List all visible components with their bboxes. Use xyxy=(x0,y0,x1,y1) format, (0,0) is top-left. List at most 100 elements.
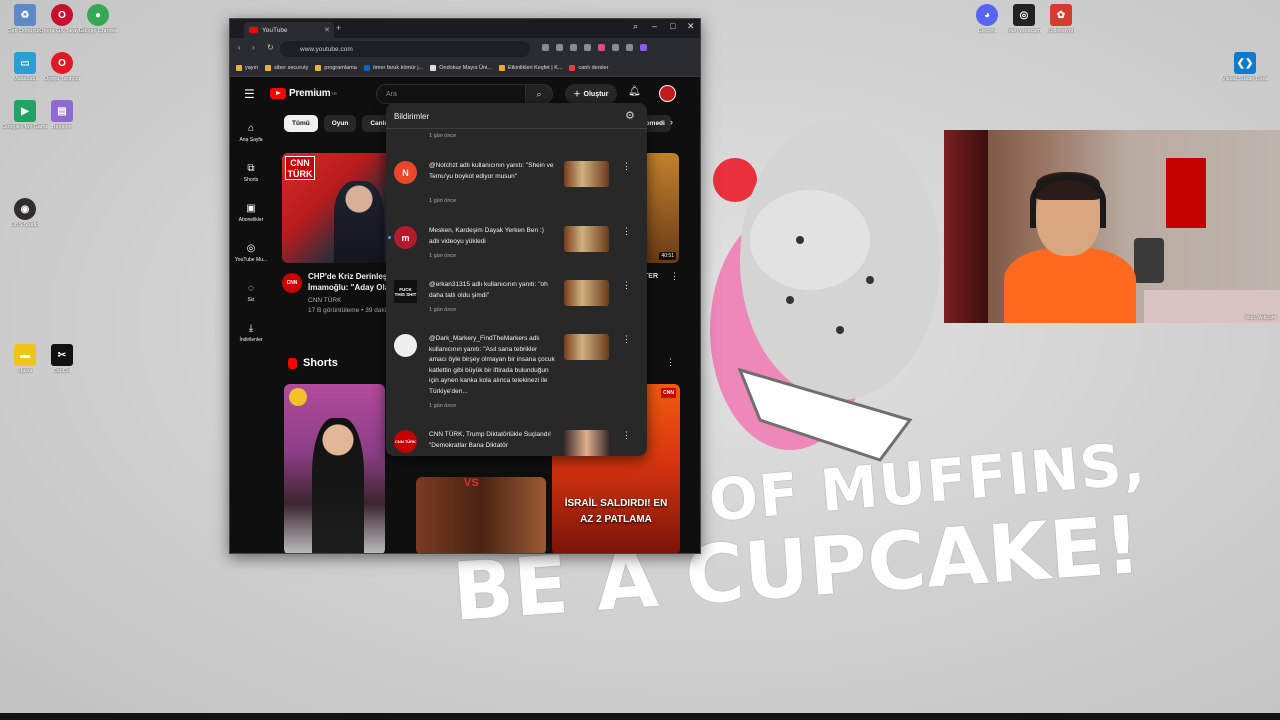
notifications-title: Bildirimler xyxy=(394,112,430,121)
bookmark[interactable]: siber securuty xyxy=(265,65,308,71)
more-options-icon[interactable]: ⋮ xyxy=(622,334,631,345)
sidebar-item-shorts[interactable]: ⧉ Shorts xyxy=(230,163,272,183)
extension-icon[interactable] xyxy=(612,44,619,51)
minimize-icon[interactable]: – xyxy=(652,21,657,31)
extension-icon[interactable] xyxy=(570,44,577,51)
extension-icon[interactable] xyxy=(584,44,591,51)
gear-icon[interactable]: ⚙ xyxy=(625,109,635,122)
desktop-icon[interactable]: ✂ CapCut xyxy=(39,344,85,374)
notification-text: @Dark_Markery_FindTheMarkers adlı kullan… xyxy=(429,335,555,395)
youtube-favicon-icon xyxy=(249,27,258,33)
sidebar-item-subscriptions[interactable]: ▣ Abonelikler xyxy=(230,203,272,223)
menu-icon[interactable]: ☰ xyxy=(244,87,255,101)
desktop-icon[interactable]: ✿ Kolleksiyon xyxy=(1038,4,1084,34)
search-input[interactable]: Ara xyxy=(376,84,526,104)
search-tabs-icon[interactable]: ⌕ xyxy=(633,21,638,32)
sidebar-item-you[interactable]: ◌ Siz xyxy=(230,283,272,303)
more-options-icon[interactable]: ⋮ xyxy=(666,357,675,368)
forward-icon[interactable]: › xyxy=(252,43,255,52)
channel-avatar[interactable]: CNN xyxy=(282,273,302,293)
chrome-icon: ● xyxy=(87,4,109,26)
notification-avatar: N xyxy=(394,161,417,184)
cnn-turk-logo: CNN xyxy=(661,388,676,398)
extension-icon[interactable] xyxy=(542,44,549,51)
video-meta: 17 B görüntüleme • 39 dakika önce xyxy=(308,307,388,314)
folder-icon xyxy=(265,65,272,71)
bookmark[interactable]: Ondokuz Mayıs Üni... xyxy=(430,65,492,71)
url-field[interactable]: www.youtube.com xyxy=(280,41,530,57)
notification-time: 1 gün önce xyxy=(429,198,457,204)
back-icon[interactable]: ‹ xyxy=(238,43,241,52)
notification-avatar: FUCK THIS SHIT xyxy=(394,280,417,303)
bookmark[interactable]: ömer faruk kömür j... xyxy=(363,65,423,71)
linkedin-icon xyxy=(363,65,370,71)
notification-time: 1 gün önce xyxy=(429,133,457,139)
youtube-play-icon xyxy=(270,88,286,99)
more-options-icon[interactable]: ⋮ xyxy=(622,161,631,172)
maximize-icon[interactable]: □ xyxy=(670,21,675,31)
short-video-2[interactable]: VS xyxy=(416,477,546,553)
cnn-turk-logo: CNN TÜRK xyxy=(285,156,315,180)
video-title-line2[interactable]: İmamoğlu: "Aday Olacağım" xyxy=(308,282,388,293)
more-options-icon[interactable]: ⋮ xyxy=(622,430,631,441)
extension-icon[interactable] xyxy=(598,44,605,51)
short-video-1[interactable] xyxy=(284,384,385,553)
youtube-premium-logo[interactable]: Premium TR xyxy=(270,88,337,99)
more-options-icon[interactable]: ⋮ xyxy=(622,280,631,291)
notification-thumbnail xyxy=(564,280,609,306)
notification-avatar: CNN TÜRK xyxy=(394,430,417,453)
chevron-right-icon[interactable]: › xyxy=(670,117,673,127)
bookmark[interactable]: canlı dersler xyxy=(569,65,608,71)
bookmark[interactable]: programlama xyxy=(315,65,357,71)
video-thumbnail[interactable]: CNN TÜRK xyxy=(282,153,392,263)
notifications-bell-icon[interactable]: 🔔︎ xyxy=(628,86,641,97)
desktop-icon[interactable]: ● Google Chrome xyxy=(75,4,121,34)
home-icon: ⌂ xyxy=(247,123,255,134)
plus-icon: ＋ xyxy=(573,91,581,98)
tab-close-icon[interactable]: ✕ xyxy=(324,26,330,34)
sidebar-item-youtube-music[interactable]: ◎ YouTube Mu... xyxy=(230,243,272,263)
webcam-curtain xyxy=(944,130,988,323)
bookmark[interactable]: Etkinlikleri Keşfet | K... xyxy=(498,65,562,71)
reload-icon[interactable]: ↻ xyxy=(267,43,274,52)
create-button[interactable]: ＋ Oluştur xyxy=(565,84,617,104)
monitor-icon: ▭ xyxy=(14,52,36,74)
recycle-icon: ♻ xyxy=(14,4,36,26)
desktop-icon[interactable]: ❮❯ Visual Studio Code xyxy=(1222,52,1268,82)
emoji-icon xyxy=(289,388,307,406)
more-options-icon[interactable]: ⋮ xyxy=(670,271,679,282)
notification-text: Mesken, Kardeşim Dayak Yerken Ben :) adl… xyxy=(429,227,544,245)
search-button[interactable]: ⌕ xyxy=(525,84,553,104)
sidebar-item-home[interactable]: ⌂ Ana Sayfa xyxy=(230,123,272,143)
shorts-icon xyxy=(288,357,297,369)
capcut-icon: ✂ xyxy=(51,344,73,366)
new-tab-icon[interactable]: + xyxy=(336,23,341,33)
you-icon: ◌ xyxy=(248,283,254,294)
close-window-icon[interactable]: ✕ xyxy=(687,21,695,32)
search-icon: ⌕ xyxy=(536,88,542,99)
shorts-icon: ⧉ xyxy=(247,163,255,174)
account-avatar[interactable] xyxy=(659,85,676,102)
address-bar-row: ‹ › ↻ www.youtube.com xyxy=(230,38,700,60)
channel-name[interactable]: CNN TÜRK xyxy=(308,297,341,304)
downloads-icon: ⤓ xyxy=(248,323,254,334)
notifications-header: Bildirimler ⚙ xyxy=(386,103,647,129)
desktop-icon[interactable]: O Opera Tarayıcı xyxy=(39,52,85,82)
bookmark[interactable]: yayın xyxy=(236,65,258,71)
chip-all[interactable]: Tümü xyxy=(284,115,318,132)
more-options-icon[interactable]: ⋮ xyxy=(622,226,631,237)
extension-icon[interactable] xyxy=(640,44,647,51)
extension-icon[interactable] xyxy=(626,44,633,51)
notifications-panel: Bildirimler ⚙ 1 gün önce N @Notchzt adlı… xyxy=(386,103,647,456)
extension-icon[interactable] xyxy=(556,44,563,51)
sidebar-item-downloads[interactable]: ⤓ İndirilenler xyxy=(230,323,272,343)
youtube-music-icon: ◎ xyxy=(246,243,256,254)
notification-thumbnail xyxy=(564,334,609,360)
video-title[interactable]: CHP'de Kriz Derinleşiyor! xyxy=(308,271,388,282)
desktop-icon[interactable]: ◉ OBS Studio xyxy=(2,198,48,228)
thumbnail-person xyxy=(334,181,384,263)
browser-tab-youtube[interactable]: YouTube ✕ xyxy=(244,22,334,38)
chip-gaming[interactable]: Oyun xyxy=(323,115,357,132)
webcam-flag xyxy=(1166,158,1206,228)
desktop-icon[interactable]: ▤ Belgeler xyxy=(39,100,85,130)
